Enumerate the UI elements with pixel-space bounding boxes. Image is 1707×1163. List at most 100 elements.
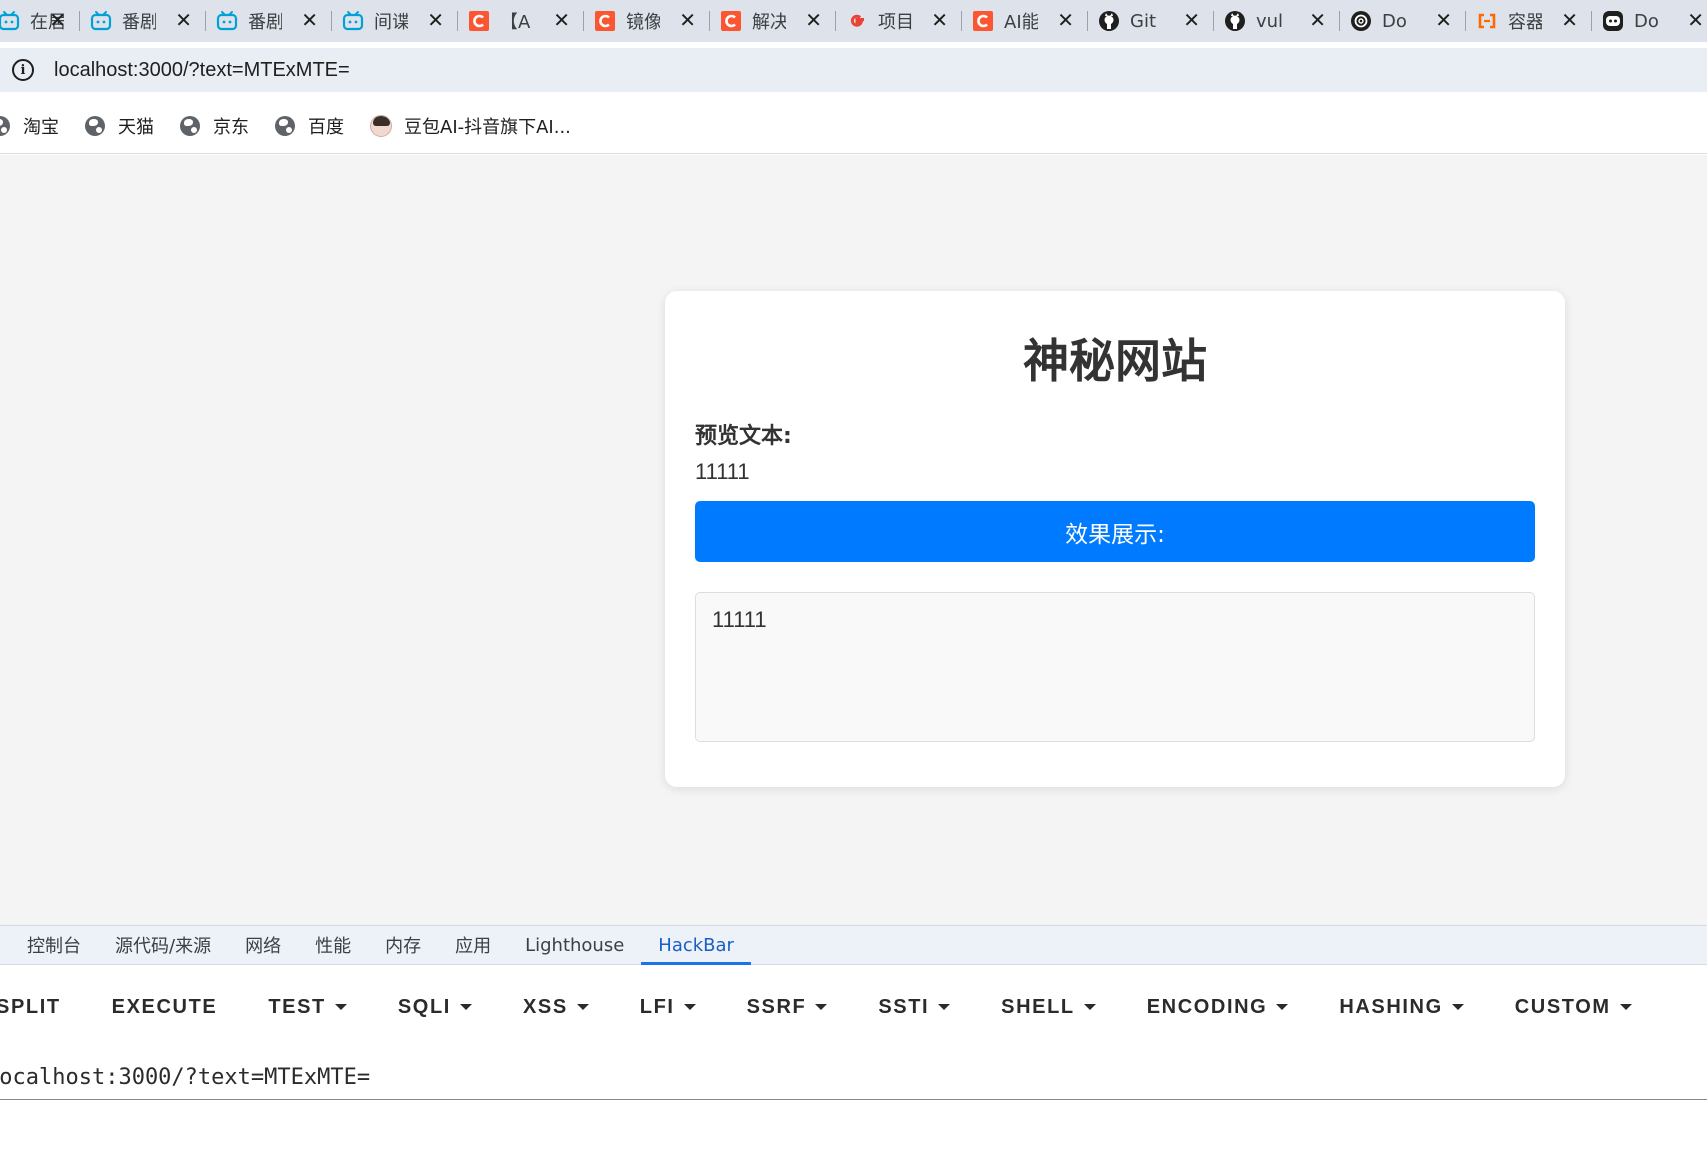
tab-title: 项目 bbox=[878, 12, 912, 33]
caret-down-icon bbox=[938, 1004, 951, 1010]
csdn-icon bbox=[468, 10, 490, 32]
page-title: 神秘网站 bbox=[1023, 334, 1207, 388]
close-tab-icon[interactable]: ✕ bbox=[49, 9, 66, 31]
tab-title: Do bbox=[1634, 10, 1659, 32]
hackbar-ssrf-button[interactable]: SSRF bbox=[747, 996, 828, 1019]
result-box: 11111 bbox=[695, 592, 1535, 742]
devtools-tab[interactable]: 性能 bbox=[298, 926, 368, 964]
close-tab-icon[interactable]: ✕ bbox=[679, 9, 696, 31]
close-tab-icon[interactable]: ✕ bbox=[301, 9, 318, 31]
browser-tab[interactable]: 容器 ✕ bbox=[1466, 0, 1592, 42]
browser-tab[interactable]: Do ✕ bbox=[1340, 0, 1466, 42]
tab-title: 间谍 bbox=[374, 12, 408, 33]
hackbar-shell-button[interactable]: SHELL bbox=[1001, 996, 1096, 1019]
close-tab-icon[interactable]: ✕ bbox=[427, 9, 444, 31]
browser-tab[interactable]: vul ✕ bbox=[1214, 0, 1340, 42]
devtools-tab[interactable]: 网络 bbox=[228, 926, 298, 964]
aliyun-icon bbox=[1476, 10, 1498, 32]
close-tab-icon[interactable]: ✕ bbox=[1687, 9, 1704, 31]
hackbar-button-label: SHELL bbox=[1001, 995, 1075, 1018]
bookmark-item[interactable]: 天猫 bbox=[85, 113, 154, 139]
close-tab-icon[interactable]: ✕ bbox=[1057, 9, 1074, 31]
devtools-tab[interactable]: 内存 bbox=[368, 926, 438, 964]
tab-title: AI能 bbox=[1004, 12, 1038, 33]
devtools-tab[interactable]: Lighthouse bbox=[508, 926, 641, 964]
caret-down-icon bbox=[815, 1004, 828, 1010]
browser-tab[interactable]: 【A ✕ bbox=[458, 0, 584, 42]
google-icon bbox=[846, 10, 868, 32]
bookmark-item[interactable]: 百度 bbox=[275, 113, 344, 139]
browser-tab[interactable]: 在居 ✕ bbox=[0, 0, 80, 42]
browser-tab[interactable]: Do ✕ bbox=[1592, 0, 1707, 42]
browser-tab[interactable]: 番剧 ✕ bbox=[206, 0, 332, 42]
close-tab-icon[interactable]: ✕ bbox=[1561, 9, 1578, 31]
hackbar-button-label: EXECUTE bbox=[111, 995, 218, 1018]
caret-down-icon bbox=[576, 1004, 589, 1010]
devtools-tab[interactable]: 应用 bbox=[438, 926, 508, 964]
show-effect-button[interactable]: 效果展示: bbox=[695, 501, 1535, 562]
tab-title: Git bbox=[1130, 10, 1157, 32]
devtools-tabs: 控制台 源代码/来源 网络 性能 内存 应用 Lighthouse HackBar bbox=[0, 925, 1707, 965]
bookmark-item[interactable]: 京东 bbox=[180, 113, 249, 139]
hackbar-test-button[interactable]: TEST bbox=[268, 996, 347, 1019]
hackbar-custom-button[interactable]: CUSTOM bbox=[1515, 996, 1632, 1019]
browser-tab[interactable]: Git ✕ bbox=[1088, 0, 1214, 42]
tab-title: 镜像 bbox=[626, 12, 660, 33]
hackbar-url-text: localhost:3000/?text=MTExMTE= bbox=[0, 1064, 371, 1090]
hackbar-button-label: HASHING bbox=[1339, 995, 1443, 1018]
browser-tab[interactable]: 间谍 ✕ bbox=[332, 0, 458, 42]
bilibili-icon bbox=[90, 10, 112, 32]
doubao-avatar-icon bbox=[370, 114, 392, 137]
hackbar-xss-button[interactable]: XSS bbox=[523, 996, 589, 1019]
hackbar-split-button[interactable]: SPLIT bbox=[0, 996, 61, 1019]
close-tab-icon[interactable]: ✕ bbox=[553, 9, 570, 31]
hackbar-button-label: LFI bbox=[639, 995, 675, 1018]
devtools-tab[interactable]: 控制台 bbox=[0, 926, 98, 964]
browser-tab[interactable]: 镜像 ✕ bbox=[584, 0, 710, 42]
tab-title: vul bbox=[1256, 10, 1284, 32]
caret-down-icon bbox=[1451, 1004, 1464, 1010]
caret-down-icon bbox=[1083, 1004, 1096, 1010]
omnibox[interactable]: i localhost:3000/?text=MTExMTE= bbox=[0, 48, 1707, 92]
close-tab-icon[interactable]: ✕ bbox=[175, 9, 192, 31]
close-tab-icon[interactable]: ✕ bbox=[931, 9, 948, 31]
bookmark-item[interactable]: 淘宝 bbox=[0, 113, 59, 139]
hackbar-encoding-button[interactable]: ENCODING bbox=[1147, 996, 1289, 1019]
hackbar-sqli-button[interactable]: SQLI bbox=[398, 996, 472, 1019]
browser-tab[interactable]: 解决 ✕ bbox=[710, 0, 836, 42]
github-icon bbox=[1224, 10, 1246, 32]
csdn-icon bbox=[972, 10, 994, 32]
hackbar-button-label: XSS bbox=[522, 995, 568, 1018]
browser-tab[interactable]: 番剧 ✕ bbox=[80, 0, 206, 42]
hackbar-button-label: SSTI bbox=[878, 995, 930, 1018]
caret-down-icon bbox=[1619, 1004, 1632, 1010]
close-tab-icon[interactable]: ✕ bbox=[805, 9, 822, 31]
devtools-tab[interactable]: HackBar bbox=[641, 926, 751, 965]
tab-strip: 在居 ✕ 番剧 ✕ 番剧 ✕ 间谍 ✕ 【A ✕ 镜像 ✕ 解决 ✕ 项目 ✕ AI能 ✕ Git ✕ vul ✕ Do ✕ 容… bbox=[0, 0, 1707, 42]
close-tab-icon[interactable]: ✕ bbox=[1435, 9, 1452, 31]
devtools-tab[interactable]: 源代码/来源 bbox=[98, 926, 228, 964]
hackbar-execute-button[interactable]: EXECUTE bbox=[112, 996, 218, 1019]
site-info-icon[interactable]: i bbox=[12, 59, 34, 81]
close-tab-icon[interactable]: ✕ bbox=[1309, 9, 1326, 31]
caret-down-icon bbox=[1276, 1004, 1289, 1010]
url-text[interactable]: localhost:3000/?text=MTExMTE= bbox=[54, 59, 350, 82]
hackbar-button-label: ENCODING bbox=[1146, 995, 1268, 1018]
caret-down-icon bbox=[334, 1004, 347, 1010]
globe-icon bbox=[0, 115, 10, 136]
hackbar-button-label: SQLI bbox=[397, 995, 451, 1018]
bookmark-label: 淘宝 bbox=[23, 116, 59, 138]
globe-icon bbox=[275, 115, 295, 136]
hackbar-url-input[interactable]: localhost:3000/?text=MTExMTE= bbox=[0, 1055, 1707, 1100]
close-tab-icon[interactable]: ✕ bbox=[1183, 9, 1200, 31]
bookmark-item[interactable]: 豆包AI-抖音旗下AI... bbox=[370, 113, 571, 139]
hackbar-ssti-button[interactable]: SSTI bbox=[878, 995, 951, 1019]
tab-title: 番剧 bbox=[248, 12, 282, 33]
caret-down-icon bbox=[683, 1004, 696, 1010]
bookmark-label: 天猫 bbox=[118, 116, 154, 138]
hackbar-lfi-button[interactable]: LFI bbox=[640, 996, 696, 1019]
browser-tab[interactable]: AI能 ✕ bbox=[962, 0, 1088, 42]
hackbar-hashing-button[interactable]: HASHING bbox=[1339, 995, 1464, 1019]
browser-tab[interactable]: 项目 ✕ bbox=[836, 0, 962, 42]
hackbar-button-label: SPLIT bbox=[0, 995, 61, 1018]
